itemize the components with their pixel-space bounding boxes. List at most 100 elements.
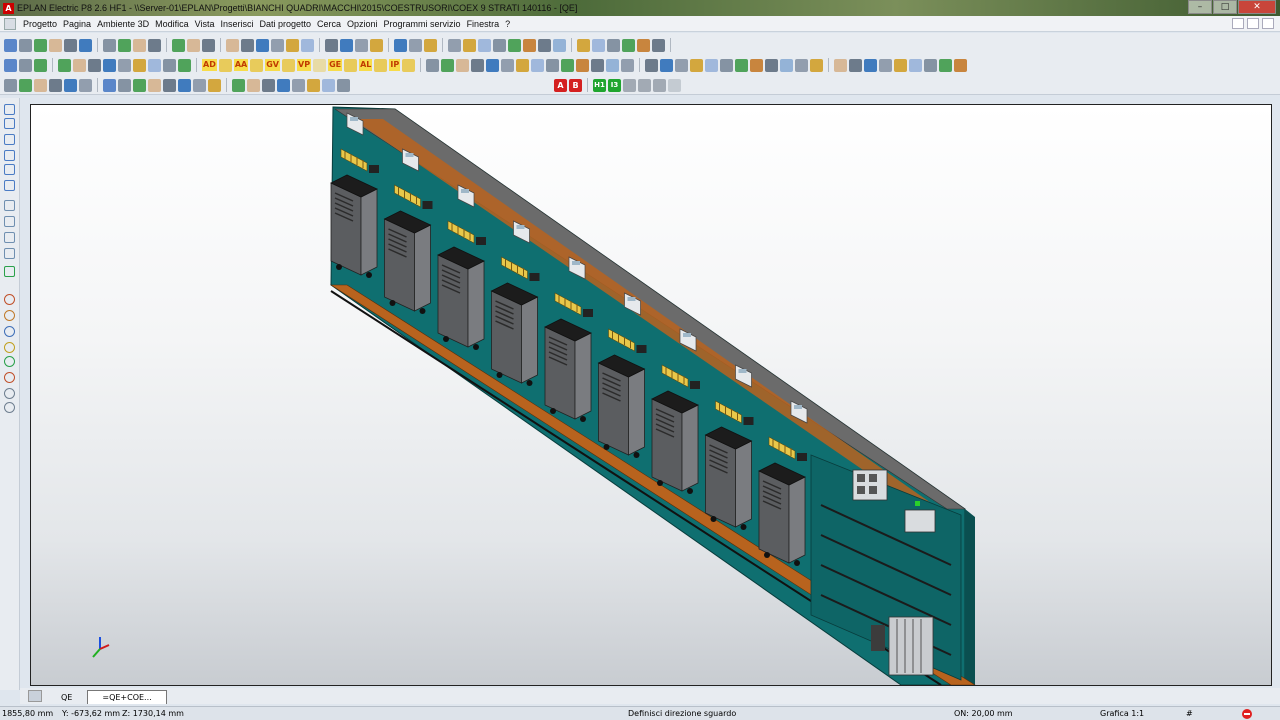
toolbar-button-icon[interactable]	[508, 38, 521, 52]
toolbar-button-icon[interactable]	[118, 38, 131, 52]
toolbar-button-icon[interactable]	[660, 58, 674, 72]
tab-qe-coe[interactable]: =QE+COE...	[87, 690, 167, 704]
menu-opzioni[interactable]: Opzioni	[344, 19, 381, 29]
toolbar-button-icon[interactable]	[553, 38, 566, 52]
pages-icon[interactable]	[28, 690, 42, 702]
left-tool-icon[interactable]	[4, 216, 15, 227]
toolbar-button-icon[interactable]	[118, 58, 131, 72]
left-tool-icon[interactable]	[4, 164, 15, 175]
toolbar-button-icon[interactable]	[591, 58, 605, 72]
toolbar-label-button[interactable]: GV	[265, 59, 280, 71]
toolbar-button-icon[interactable]	[622, 38, 635, 52]
menu-finestra[interactable]: Finestra	[464, 19, 503, 29]
toolbar-red-button[interactable]: B	[569, 78, 582, 92]
toolbar-button-icon[interactable]	[337, 78, 350, 92]
menu-modifica[interactable]: Modifica	[152, 19, 192, 29]
toolbar-button-icon[interactable]	[226, 38, 239, 52]
toolbar-button-icon[interactable]	[277, 78, 290, 92]
toolbar-button-icon[interactable]	[705, 58, 719, 72]
toolbar-button-icon[interactable]	[402, 58, 416, 72]
toolbar-red-button[interactable]: A	[554, 78, 567, 92]
toolbar-green-button[interactable]: H1	[593, 78, 606, 92]
toolbar-button-icon[interactable]	[849, 58, 863, 72]
toolbar-button-icon[interactable]	[471, 58, 485, 72]
toolbar-button-icon[interactable]	[909, 58, 923, 72]
toolbar-button-icon[interactable]	[19, 78, 32, 92]
toolbar-button-icon[interactable]	[531, 58, 545, 72]
toolbar-button-icon[interactable]	[426, 58, 440, 72]
toolbar-button-icon[interactable]	[954, 58, 968, 72]
document-icon[interactable]	[4, 17, 16, 30]
toolbar-button-icon[interactable]	[501, 58, 515, 72]
toolbar-button-icon[interactable]	[73, 58, 86, 72]
toolbar-button-icon[interactable]	[133, 38, 146, 52]
left-tool-icon[interactable]	[4, 150, 15, 161]
toolbar-button-icon[interactable]	[561, 58, 575, 72]
toolbar-button-icon[interactable]	[282, 58, 295, 72]
menu-dati-progetto[interactable]: Dati progetto	[256, 19, 314, 29]
toolbar-button-icon[interactable]	[577, 38, 590, 52]
menu-help[interactable]: ?	[502, 19, 513, 29]
toolbar-button-icon[interactable]	[178, 58, 191, 72]
toolbar-button-icon[interactable]	[690, 58, 704, 72]
toolbar-label-button[interactable]: VP	[297, 59, 312, 71]
minimize-button[interactable]: –	[1188, 0, 1212, 14]
toolbar-button-icon[interactable]	[58, 58, 71, 72]
toolbar-button-icon[interactable]	[286, 38, 299, 52]
menu-progetto[interactable]: Progetto	[20, 19, 60, 29]
toolbar-button-icon[interactable]	[592, 38, 605, 52]
toolbar-button-icon[interactable]	[924, 58, 938, 72]
left-tool-icon[interactable]	[4, 200, 15, 211]
toolbar-button-icon[interactable]	[292, 78, 305, 92]
toolbar-button-icon[interactable]	[894, 58, 908, 72]
toolbar-button-icon[interactable]	[19, 58, 32, 72]
toolbar-button-icon[interactable]	[448, 38, 461, 52]
toolbar-button-icon[interactable]	[675, 58, 689, 72]
toolbar-button-icon[interactable]	[133, 58, 146, 72]
left-tool-icon[interactable]	[4, 402, 15, 413]
toolbar-button-icon[interactable]	[795, 58, 809, 72]
toolbar-button-icon[interactable]	[208, 78, 221, 92]
toolbar-button-icon[interactable]	[88, 58, 101, 72]
toolbar-button-icon[interactable]	[538, 38, 551, 52]
toolbar-label-button[interactable]: AA	[233, 59, 249, 71]
toolbar-button-icon[interactable]	[34, 58, 47, 72]
menu-ambiente-3d[interactable]: Ambiente 3D	[94, 19, 152, 29]
toolbar-button-icon[interactable]	[780, 58, 794, 72]
toolbar-button-icon[interactable]	[4, 58, 17, 72]
left-tool-icon[interactable]	[4, 118, 15, 129]
toolbar-button-icon[interactable]	[344, 58, 358, 72]
left-tool-icon[interactable]	[4, 248, 15, 259]
toolbar-button-icon[interactable]	[607, 38, 620, 52]
toolbar-button-icon[interactable]	[645, 58, 659, 72]
3d-viewport[interactable]	[30, 104, 1272, 686]
maximize-button[interactable]: □	[1213, 0, 1237, 14]
toolbar-button-icon[interactable]	[606, 58, 620, 72]
toolbar-button-icon[interactable]	[34, 78, 47, 92]
toolbar-button-icon[interactable]	[765, 58, 779, 72]
toolbar-button-icon[interactable]	[370, 38, 383, 52]
left-tool-icon[interactable]	[4, 372, 15, 383]
toolbar-button-icon[interactable]	[576, 58, 590, 72]
toolbar-button-icon[interactable]	[133, 78, 146, 92]
toolbar-button-icon[interactable]	[810, 58, 824, 72]
toolbar-button-icon[interactable]	[19, 38, 32, 52]
toolbar-button-icon[interactable]	[103, 38, 116, 52]
toolbar-label-button[interactable]: AL	[359, 59, 373, 71]
menu-cerca[interactable]: Cerca	[314, 19, 344, 29]
toolbar-button-icon[interactable]	[148, 38, 161, 52]
left-tool-icon[interactable]	[4, 266, 15, 277]
toolbar-button-icon[interactable]	[409, 38, 422, 52]
toolbar-button-icon[interactable]	[103, 58, 116, 72]
toolbar-button-icon[interactable]	[750, 58, 764, 72]
menu-programmi-servizio[interactable]: Programmi servizio	[381, 19, 464, 29]
toolbar-button-icon[interactable]	[864, 58, 878, 72]
toolbar-button-icon[interactable]	[939, 58, 953, 72]
toolbar-button-icon[interactable]	[64, 38, 77, 52]
toolbar-button-icon[interactable]	[172, 38, 185, 52]
toolbar-button-icon[interactable]	[424, 38, 437, 52]
toolbar-button-icon[interactable]	[256, 38, 269, 52]
toolbar-button-icon[interactable]	[394, 38, 407, 52]
mdi-minimize-button[interactable]	[1232, 18, 1244, 29]
toolbar-button-icon[interactable]	[79, 38, 92, 52]
